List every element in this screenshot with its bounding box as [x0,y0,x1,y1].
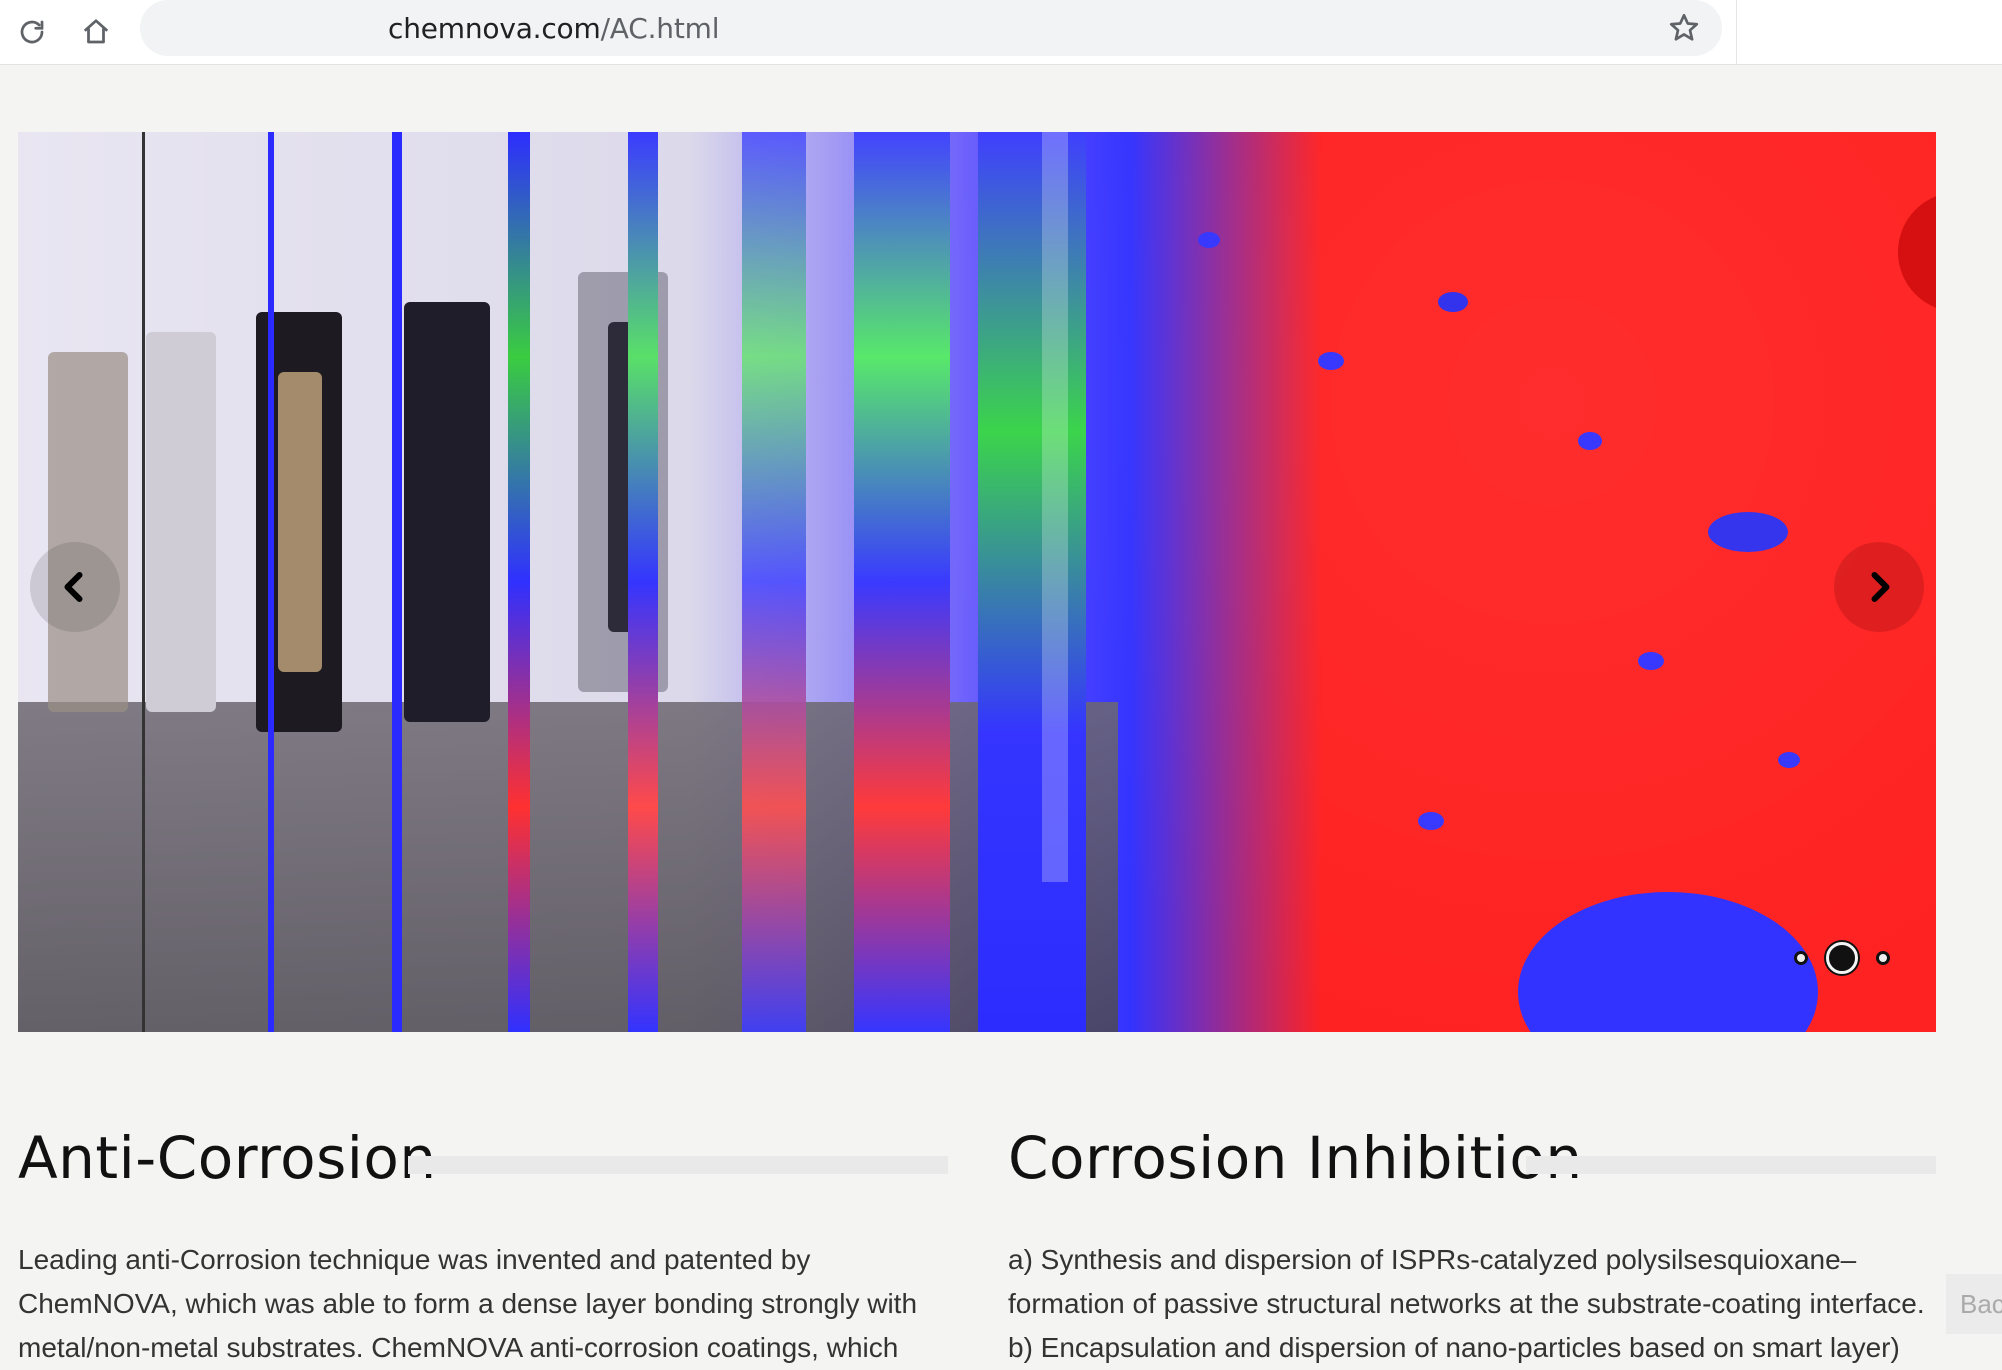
chevron-left-icon [64,572,83,602]
browser-toolbar: chemnova.com/AC.html [0,0,2002,65]
sample-panel [48,352,128,712]
speckle [1708,512,1788,552]
transition-strip [268,132,274,1032]
speckle [1638,652,1664,670]
body-line: formation of passive structural networks… [1008,1288,1925,1319]
reload-icon[interactable] [12,12,52,52]
transition-strip [392,132,402,1032]
body-line: metal/non-metal substrates. ChemNOVA ant… [18,1332,899,1363]
slider-dot-3[interactable] [1876,951,1890,965]
toolbar-extension-area [1736,0,2002,64]
speckle [1778,752,1800,768]
image-slider[interactable] [18,132,1936,1032]
url-text[interactable]: chemnova.com/AC.html [388,12,719,45]
transition-strip [742,132,806,1032]
slider-prev-button[interactable] [30,542,120,632]
speckle [1318,352,1344,370]
transition-strip [854,132,950,1032]
transition-strip [1042,132,1068,882]
speckle [1418,812,1444,830]
body-line: a) Synthesis and dispersion of ISPRs-cat… [1008,1244,1857,1275]
url-path: /AC.html [600,12,720,45]
bookmark-star-icon[interactable] [1666,10,1702,46]
sample-panel [146,332,216,712]
home-icon[interactable] [76,12,116,52]
sample-panel [278,372,322,672]
title-divider [408,1156,948,1174]
speckle [1198,232,1220,248]
section-title-corrosion-inhibition: Corrosion Inhibition [1008,1124,1583,1192]
chevron-right-icon [1871,572,1890,602]
body-line: ChemNOVA, which was able to form a dense… [18,1288,918,1319]
body-line: Leading anti-Corrosion technique was inv… [18,1244,811,1275]
transition-strip [142,132,145,1032]
section-body-anti-corrosion: Leading anti-Corrosion technique was inv… [18,1238,948,1370]
body-line: b) Encapsulation and dispersion of nano-… [1008,1332,1900,1363]
speckle [1438,292,1468,312]
url-host: chemnova.com [388,12,601,45]
slider-next-button[interactable] [1834,542,1924,632]
transition-strip [628,132,658,1032]
section-title-anti-corrosion: Anti-Corrosion [18,1124,437,1192]
slider-dot-1[interactable] [1794,951,1808,965]
slide-image-floor [18,702,1118,1032]
speckle [1578,432,1602,450]
transition-strip [508,132,530,1032]
title-divider [1526,1156,1936,1174]
transition-strip [978,132,1086,1032]
section-body-corrosion-inhibition: a) Synthesis and dispersion of ISPRs-cat… [1008,1238,1938,1370]
sample-panel [404,302,490,722]
slider-pagination [1794,942,1890,974]
back-to-top-button[interactable]: Back [1946,1274,2002,1334]
address-bar[interactable]: chemnova.com/AC.html [140,0,1722,56]
slider-dot-2[interactable] [1826,942,1858,974]
